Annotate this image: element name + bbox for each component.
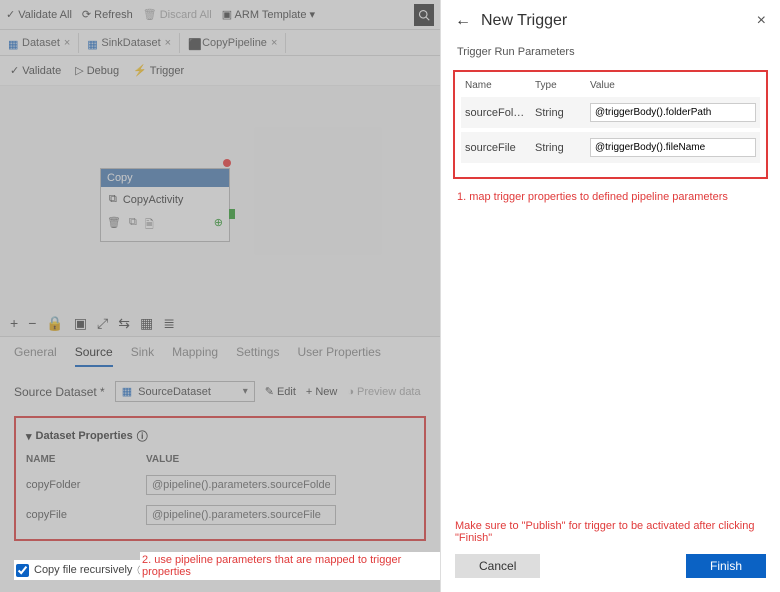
debug-button[interactable]: ▷ Debug xyxy=(75,64,119,77)
copy-recursive-label: Copy file recursively xyxy=(34,564,132,576)
activity-name: CopyActivity xyxy=(123,194,184,206)
source-dataset-value: SourceDataset xyxy=(138,386,211,398)
clone-icon[interactable]: ⧉ xyxy=(129,216,137,235)
tab-copypipeline[interactable]: ⬛CopyPipeline × xyxy=(180,33,286,53)
close-button[interactable]: × xyxy=(757,12,766,30)
expand-icon[interactable]: ⊕ xyxy=(214,216,223,235)
editor-tabs: ▦Dataset × ▦SinkDataset × ⬛CopyPipeline … xyxy=(0,30,440,56)
param-name: sourceFol… xyxy=(465,107,535,119)
new-button[interactable]: + New xyxy=(306,386,337,398)
connector-handle[interactable] xyxy=(229,209,235,219)
top-toolbar: ✓ Validate All ⟳ Refresh 🗑 Discard All ▣… xyxy=(0,0,440,30)
back-button[interactable]: ← xyxy=(455,12,471,30)
discard-all-button[interactable]: 🗑 Discard All xyxy=(143,8,212,21)
delete-icon[interactable]: 🗑 xyxy=(107,216,121,235)
info-icon[interactable]: 🗎 xyxy=(145,216,154,235)
col-value: VALUE xyxy=(146,454,179,465)
trigger-params-header: Name Type Value xyxy=(461,78,760,97)
activity-tabs: General Source Sink Mapping Settings Use… xyxy=(0,336,440,367)
tab-user-properties[interactable]: User Properties xyxy=(297,345,380,367)
copy-recursive-checkbox[interactable]: Copy file recursively ⓘ xyxy=(14,560,150,580)
source-dataset-label: Source Dataset * xyxy=(14,385,105,399)
activity-footer: 🗑 ⧉ 🗎 ⊕ xyxy=(101,212,229,241)
search-button[interactable] xyxy=(414,4,434,26)
param-type: String xyxy=(535,107,590,119)
annotation-2: 2. use pipeline parameters that are mapp… xyxy=(140,552,440,580)
prop-value-input[interactable] xyxy=(146,505,336,525)
search-icon xyxy=(418,9,430,21)
publish-warning: Make sure to "Publish" for trigger to be… xyxy=(455,520,766,544)
hdr-name: Name xyxy=(465,80,535,91)
hdr-value: Value xyxy=(590,80,615,91)
prop-name: copyFile xyxy=(26,509,116,521)
expand-all-icon[interactable]: ⤢ xyxy=(97,315,108,332)
zoom-out-icon[interactable]: − xyxy=(28,315,36,332)
main-area: ✓ Validate All ⟳ Refresh 🗑 Discard All ▣… xyxy=(0,0,440,592)
param-value-input[interactable] xyxy=(590,103,756,122)
refresh-button[interactable]: ⟳ Refresh xyxy=(82,8,133,21)
close-icon[interactable]: × xyxy=(165,37,171,49)
tab-sinkdataset[interactable]: ▦SinkDataset × xyxy=(79,33,180,53)
preview-data-button[interactable]: ◑ Preview data xyxy=(347,386,420,398)
grid-icon[interactable]: ▦ xyxy=(140,315,153,332)
trigger-button[interactable]: ⚡ Trigger xyxy=(133,64,184,77)
tab-dataset[interactable]: ▦Dataset × xyxy=(0,33,79,53)
tab-general[interactable]: General xyxy=(14,345,57,367)
trigger-param-row: sourceFile String xyxy=(461,132,760,163)
info-icon[interactable]: ⓘ xyxy=(137,428,148,444)
pipeline-actions: ✓ Validate ▷ Debug ⚡ Trigger xyxy=(0,56,440,86)
dataset-properties-box: ▾ Dataset Properties ⓘ NAME VALUE copyFo… xyxy=(14,416,426,541)
autolayout-icon[interactable]: ⇆ xyxy=(118,315,130,332)
dataset-properties-title[interactable]: ▾ Dataset Properties ⓘ xyxy=(26,428,414,444)
fit-icon[interactable]: ▣ xyxy=(74,315,87,332)
validate-all-button[interactable]: ✓ Validate All xyxy=(6,8,72,21)
panel-title: New Trigger xyxy=(481,12,567,30)
param-name: sourceFile xyxy=(465,142,535,154)
trigger-param-row: sourceFol… String xyxy=(461,97,760,128)
new-trigger-panel: ← New Trigger × Trigger Run Parameters N… xyxy=(440,0,780,592)
copy-activity[interactable]: Copy ⧉ CopyActivity 🗑 ⧉ 🗎 ⊕ xyxy=(100,168,230,242)
panel-subtitle: Trigger Run Parameters xyxy=(441,46,780,58)
dataset-icon: ▦ xyxy=(122,385,132,398)
edit-button[interactable]: ✎ Edit xyxy=(265,385,296,398)
tab-sink[interactable]: Sink xyxy=(131,345,154,367)
copy-icon: ⧉ xyxy=(109,193,117,206)
tab-mapping[interactable]: Mapping xyxy=(172,345,218,367)
close-icon[interactable]: × xyxy=(271,37,277,49)
copy-recursive-input[interactable] xyxy=(16,564,29,577)
dataset-prop-row: copyFile xyxy=(26,505,414,525)
param-value-input[interactable] xyxy=(590,138,756,157)
hdr-type: Type xyxy=(535,80,590,91)
param-type: String xyxy=(535,142,590,154)
pipeline-canvas[interactable]: Copy ⧉ CopyActivity 🗑 ⧉ 🗎 ⊕ + − 🔒 ▣ ⤢ ⇆ … xyxy=(0,86,440,336)
dataset-prop-row: copyFolder xyxy=(26,475,414,495)
activity-body: ⧉ CopyActivity xyxy=(101,187,229,212)
col-name: NAME xyxy=(26,454,116,465)
activity-header: Copy xyxy=(101,169,229,187)
trigger-params-box: Name Type Value sourceFol… String source… xyxy=(453,70,768,179)
close-icon[interactable]: × xyxy=(64,37,70,49)
cancel-button[interactable]: Cancel xyxy=(455,554,540,578)
error-indicator-icon xyxy=(223,159,231,167)
zoom-in-icon[interactable]: + xyxy=(10,315,18,332)
arm-template-dropdown[interactable]: ▣ ARM Template ▾ xyxy=(222,8,315,21)
validate-button[interactable]: ✓ Validate xyxy=(10,64,61,77)
panel-footer: Make sure to "Publish" for trigger to be… xyxy=(441,510,780,592)
layers-icon[interactable]: ≣ xyxy=(163,315,175,332)
panel-header: ← New Trigger × xyxy=(441,0,780,42)
annotation-1: 1. map trigger properties to defined pip… xyxy=(441,183,780,203)
lock-icon[interactable]: 🔒 xyxy=(46,315,63,332)
source-dataset-row: Source Dataset * ▦ SourceDataset ✎ Edit … xyxy=(0,367,440,416)
tab-source[interactable]: Source xyxy=(75,345,113,367)
prop-value-input[interactable] xyxy=(146,475,336,495)
canvas-toolbar: + − 🔒 ▣ ⤢ ⇆ ▦ ≣ xyxy=(10,315,175,332)
source-dataset-dropdown[interactable]: ▦ SourceDataset xyxy=(115,381,255,402)
tab-settings[interactable]: Settings xyxy=(236,345,279,367)
prop-name: copyFolder xyxy=(26,479,116,491)
finish-button[interactable]: Finish xyxy=(686,554,766,578)
